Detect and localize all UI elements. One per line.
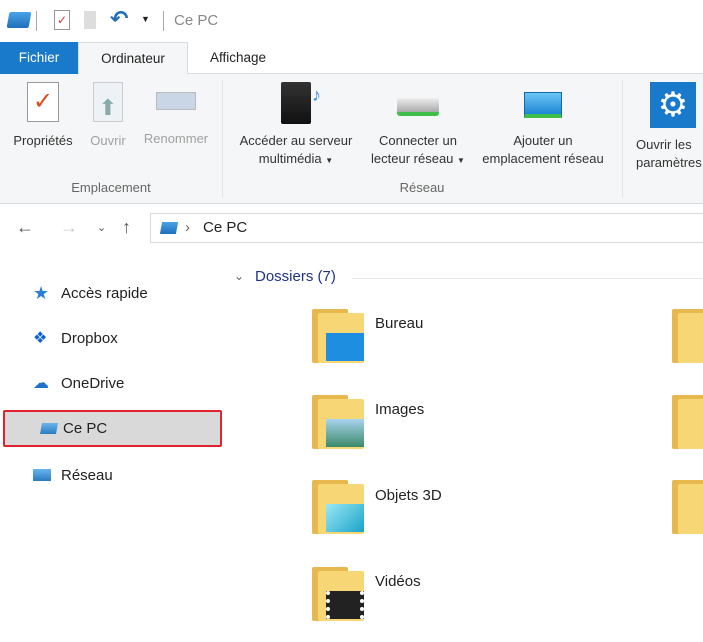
network-icon — [33, 469, 51, 481]
address-bar[interactable]: › Ce PC — [150, 213, 703, 243]
new-folder-quick-icon[interactable] — [84, 11, 96, 29]
properties-quick-icon[interactable]: ✓ — [54, 10, 70, 30]
nav-label: OneDrive — [61, 375, 125, 392]
group-divider — [622, 80, 623, 198]
group-label-reseau: Réseau — [399, 180, 445, 195]
undo-icon[interactable]: ↶ — [110, 6, 128, 32]
map-drive-label-2: lecteur réseau — [371, 151, 454, 166]
settings-label-2: paramètres — [636, 155, 702, 170]
tab-fichier[interactable]: Fichier — [0, 42, 78, 74]
back-arrow-icon[interactable]: ← — [16, 217, 34, 238]
open-button[interactable]: ⬆ Ouvrir — [84, 82, 132, 150]
nav-item-dropbox[interactable]: ❖ Dropbox — [3, 320, 222, 357]
folder-label[interactable]: Vidéos — [375, 573, 421, 590]
rename-label: Renommer — [143, 131, 209, 146]
up-arrow-icon[interactable]: ↑ — [122, 217, 131, 238]
folder-documents-icon[interactable] — [672, 309, 703, 363]
folder-videos-icon[interactable] — [312, 567, 364, 621]
group-label-emplacement: Emplacement — [71, 180, 151, 195]
add-network-label-1: Ajouter un — [513, 133, 573, 148]
media-server-icon: ♪ — [281, 82, 321, 124]
folder-images-icon[interactable] — [312, 395, 364, 449]
computer-icon — [159, 222, 179, 234]
window-title: Ce PC — [174, 12, 219, 29]
nav-label: Réseau — [61, 467, 113, 484]
rename-icon — [156, 92, 196, 110]
cloud-icon: ☁ — [33, 375, 49, 392]
breadcrumb-separator: › — [185, 219, 190, 236]
add-network-location-button[interactable]: Ajouter un emplacement réseau — [472, 82, 614, 168]
media-server-button[interactable]: ♪ Accéder au serveur multimédia ▼ — [226, 82, 366, 170]
network-location-icon — [524, 92, 562, 118]
folder-label[interactable]: Images — [375, 401, 424, 418]
dropbox-icon: ❖ — [33, 330, 48, 347]
folder-downloads-icon[interactable] — [672, 395, 703, 449]
customize-chevron-icon[interactable]: ▼ — [141, 14, 150, 24]
section-header-folders[interactable]: Dossiers (7) — [255, 268, 336, 285]
settings-label-1: Ouvrir les — [636, 137, 692, 152]
forward-arrow-icon[interactable]: → — [60, 217, 78, 238]
breadcrumb-ce-pc[interactable]: Ce PC — [203, 219, 247, 236]
recent-locations-chevron-icon[interactable]: ⌄ — [97, 221, 106, 234]
properties-label: Propriétés — [13, 133, 73, 148]
folder-music-icon[interactable] — [672, 480, 703, 534]
media-server-label-2: multimédia — [258, 151, 322, 166]
nav-item-onedrive[interactable]: ☁ OneDrive — [3, 365, 222, 402]
computer-icon — [40, 423, 58, 434]
star-icon: ★ — [33, 283, 50, 303]
divider — [163, 11, 164, 31]
title-bar: ✓ ↶ ▼ Ce PC — [0, 0, 703, 42]
folder-label[interactable]: Objets 3D — [375, 487, 442, 504]
map-drive-label-1: Connecter un — [378, 133, 458, 148]
open-label: Ouvrir — [90, 133, 126, 148]
nav-label: Accès rapide — [61, 285, 148, 302]
tab-affichage[interactable]: Affichage — [190, 42, 286, 74]
nav-item-quick-access[interactable]: ★ Accès rapide — [3, 275, 222, 312]
section-divider — [352, 278, 703, 279]
add-network-label-2: emplacement réseau — [482, 151, 604, 166]
dropdown-arrow-icon: ▼ — [325, 156, 334, 165]
computer-icon — [6, 12, 32, 28]
nav-label: Dropbox — [61, 330, 118, 347]
network-drive-icon — [397, 98, 439, 116]
divider — [36, 11, 37, 31]
tab-ordinateur[interactable]: Ordinateur — [78, 42, 188, 75]
rename-button[interactable]: Renommer — [136, 82, 216, 148]
open-icon: ⬆ — [93, 82, 123, 122]
media-server-label-1: Accéder au serveur — [239, 133, 353, 148]
nav-item-ce-pc[interactable]: Ce PC — [3, 410, 222, 447]
gear-icon: ⚙ — [650, 82, 696, 128]
ribbon-tabs: Fichier Ordinateur Affichage — [0, 42, 703, 75]
nav-label: Ce PC — [63, 420, 108, 437]
folder-3d-objects-icon[interactable] — [312, 480, 364, 534]
dropdown-arrow-icon: ▼ — [457, 156, 465, 165]
ribbon: ✓ Propriétés ⬆ Ouvrir Renommer Emplaceme… — [0, 74, 703, 204]
collapse-chevron-icon[interactable]: ⌄ — [234, 269, 244, 283]
properties-icon: ✓ — [27, 82, 59, 122]
folder-label[interactable]: Bureau — [375, 315, 423, 332]
navigation-pane: ★ Accès rapide ❖ Dropbox ☁ OneDrive Ce PC R… — [0, 251, 222, 642]
folder-bureau-icon[interactable] — [312, 309, 364, 363]
open-settings-button[interactable]: ⚙ Ouvrir les paramètres — [628, 82, 703, 172]
map-drive-button[interactable]: Connecter un lecteur réseau ▼ — [362, 82, 474, 170]
properties-button[interactable]: ✓ Propriétés — [4, 82, 82, 150]
nav-item-network[interactable]: Réseau — [3, 457, 222, 494]
